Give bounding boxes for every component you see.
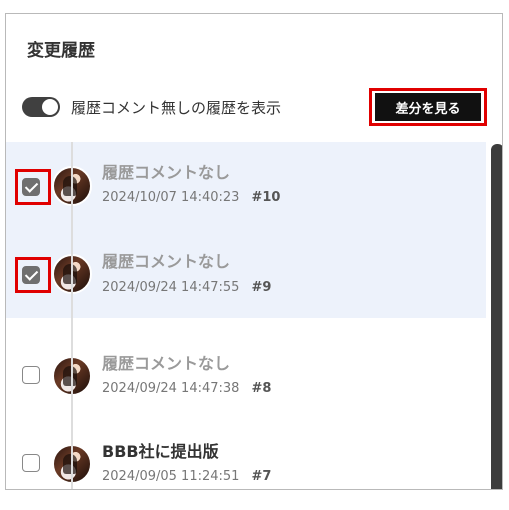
- history-list: 履歴コメントなし 2024/10/07 14:40:23 #10 履歴コメントなし…: [6, 142, 486, 489]
- checkbox-highlight: [15, 257, 51, 293]
- row-checkbox[interactable]: [22, 454, 40, 472]
- history-row[interactable]: 履歴コメントなし 2024/09/24 14:47:38 #8: [6, 318, 486, 406]
- history-comment: 履歴コメントなし: [102, 163, 231, 182]
- history-meta: 2024/10/07 14:40:23 #10: [102, 190, 280, 205]
- revision-number: #8: [251, 381, 272, 396]
- history-panel: 変更履歴 履歴コメント無しの履歴を表示 差分を見る 履歴コメントなし 2024/…: [5, 13, 503, 490]
- view-diff-button[interactable]: 差分を見る: [375, 93, 481, 121]
- history-row[interactable]: 履歴コメントなし 2024/10/07 14:40:23 #10: [6, 142, 486, 230]
- history-comment: 履歴コメントなし: [102, 354, 231, 373]
- history-row[interactable]: 履歴コメントなし 2024/09/24 14:47:55 #9: [6, 230, 486, 318]
- history-comment: BBB社に提出版: [102, 442, 219, 461]
- revision-number: #10: [251, 190, 281, 205]
- history-date: 2024/09/05 11:24:51: [102, 469, 240, 484]
- history-date: 2024/09/24 14:47:55: [102, 280, 240, 295]
- history-date: 2024/10/07 14:40:23: [102, 190, 240, 205]
- toggle-knob: [42, 99, 58, 115]
- revision-number: #7: [251, 469, 272, 484]
- revision-number: #9: [251, 280, 272, 295]
- checkbox-highlight: [15, 169, 51, 205]
- row-checkbox[interactable]: [22, 366, 40, 384]
- scrollbar-thumb[interactable]: [491, 144, 502, 489]
- diff-button-highlight: 差分を見る: [369, 88, 487, 126]
- panel-title: 変更履歴: [27, 41, 95, 61]
- history-row[interactable]: BBB社に提出版 2024/09/05 11:24:51 #7: [6, 406, 486, 489]
- history-comment: 履歴コメントなし: [102, 252, 231, 271]
- history-meta: 2024/09/24 14:47:55 #9: [102, 280, 271, 295]
- history-meta: 2024/09/24 14:47:38 #8: [102, 381, 271, 396]
- toggle-label: 履歴コメント無しの履歴を表示: [71, 99, 282, 117]
- history-date: 2024/09/24 14:47:38: [102, 381, 240, 396]
- show-no-comment-toggle[interactable]: [22, 97, 60, 117]
- history-meta: 2024/09/05 11:24:51 #7: [102, 469, 271, 484]
- timeline-line: [71, 142, 73, 489]
